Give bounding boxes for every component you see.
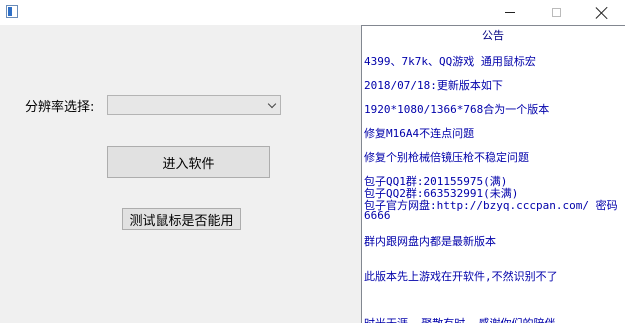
- notice-panel[interactable]: 公告 4399、7k7k、QQ游戏 通用鼠标宏 2018/07/18:更新版本如…: [361, 25, 625, 323]
- enter-software-button[interactable]: 进入软件: [107, 146, 270, 178]
- test-mouse-button[interactable]: 测试鼠标是否能用: [122, 208, 241, 230]
- minimize-button[interactable]: [487, 0, 533, 25]
- resolution-select[interactable]: [107, 95, 281, 115]
- notice-line: 此版本先上游戏在开软件,不然识别不了: [364, 270, 558, 283]
- notice-line: 群内跟网盘内都是最新版本: [364, 235, 496, 248]
- notice-line: 修复M16A4不连点问题: [364, 127, 475, 140]
- notice-line: 包子官方网盘:http://bzyq.cccpan.com/ 密码: [364, 199, 618, 212]
- close-button[interactable]: [579, 0, 625, 25]
- chevron-down-icon: [267, 99, 277, 109]
- maximize-button[interactable]: [533, 0, 579, 25]
- notice-line: 修复个别枪械倍镜压枪不稳定问题: [364, 151, 529, 164]
- notice-line: 1920*1080/1366*768合为一个版本: [364, 103, 550, 116]
- notice-title: 公告: [482, 29, 504, 42]
- resolution-label: 分辨率选择:: [25, 100, 95, 115]
- minimize-icon: [505, 12, 515, 13]
- notice-line: 4399、7k7k、QQ游戏 通用鼠标宏: [364, 55, 536, 68]
- notice-line: 2018/07/18:更新版本如下: [364, 79, 503, 92]
- notice-line: 时光无涯, 聚散有时, 感谢你们的陪伴~: [364, 315, 562, 323]
- title-bar: [0, 0, 625, 25]
- close-icon: [596, 7, 608, 19]
- notice-line: 6666: [364, 209, 391, 222]
- app-window-icon: [6, 5, 18, 18]
- maximize-icon: [551, 8, 561, 17]
